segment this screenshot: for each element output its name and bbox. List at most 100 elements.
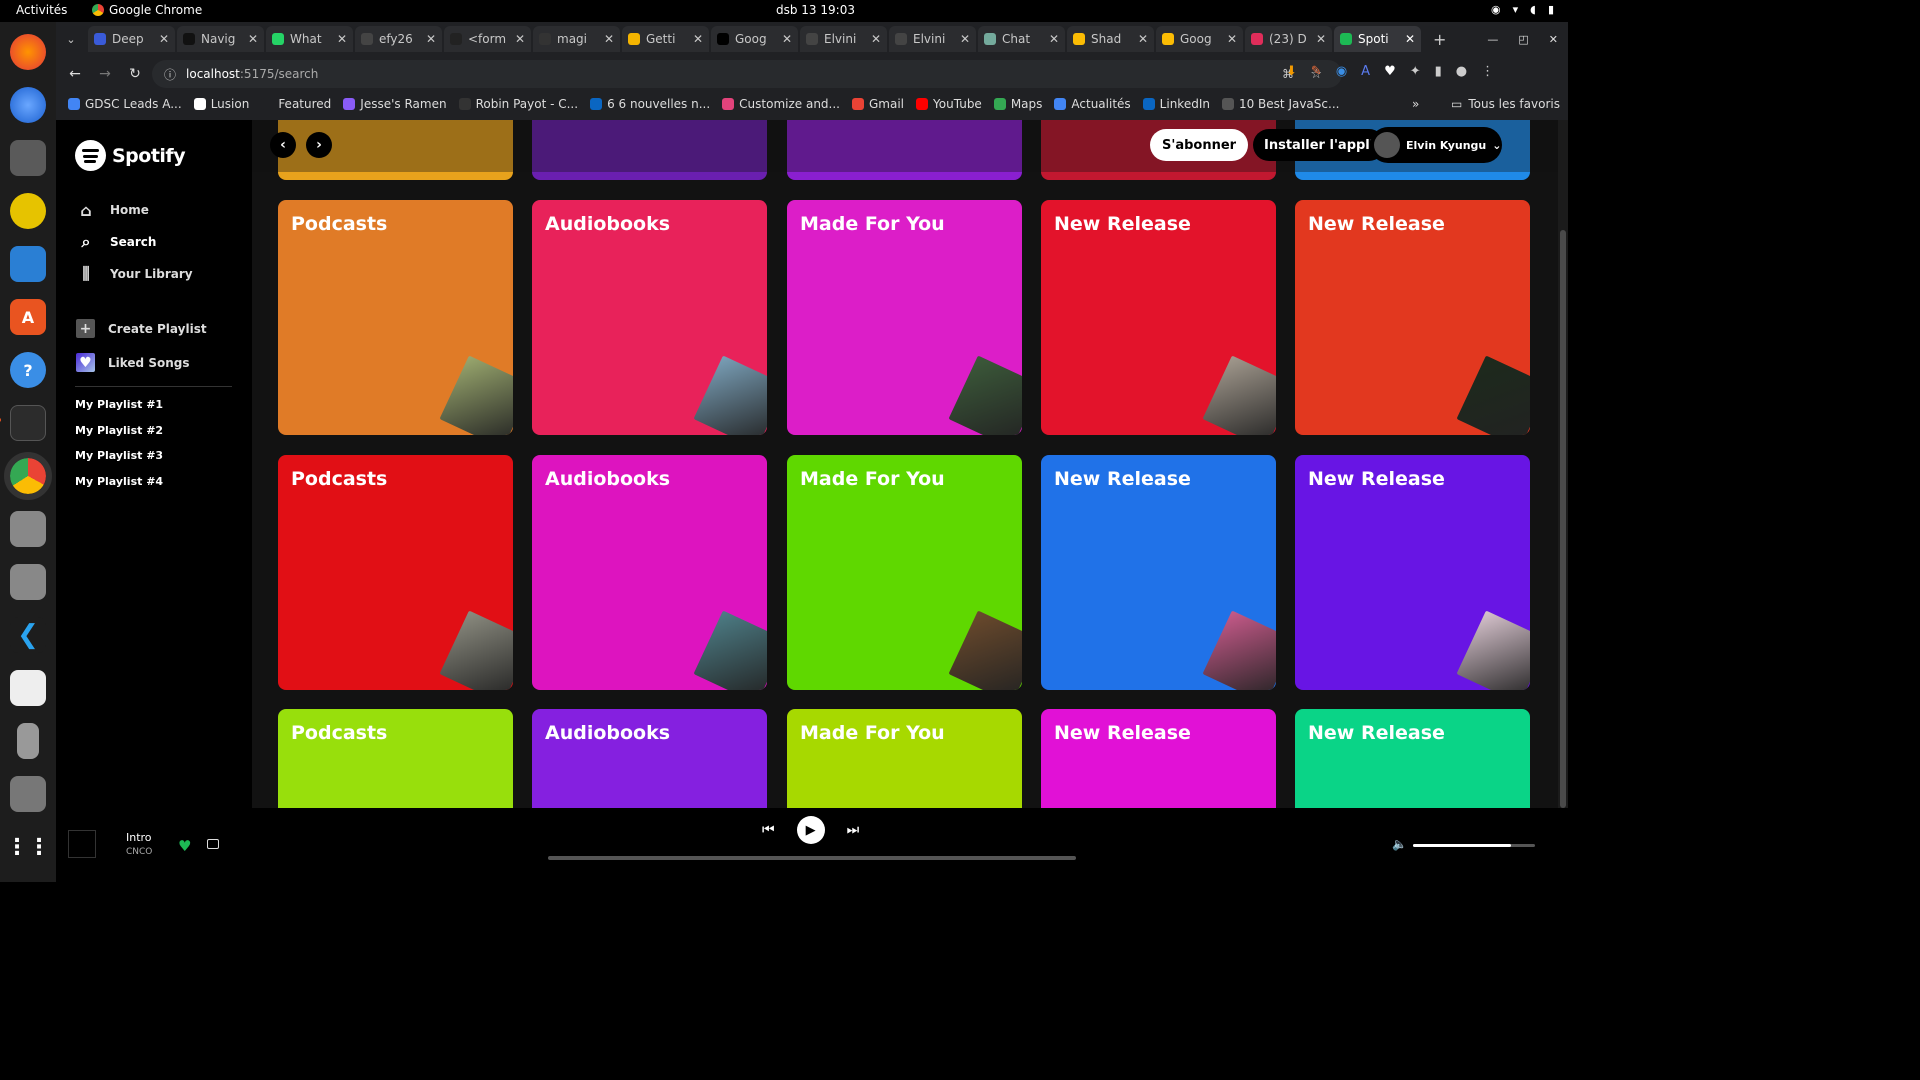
- chrome-menu-icon[interactable]: ⋮: [1481, 64, 1494, 79]
- active-app-indicator[interactable]: Google Chrome: [92, 3, 202, 17]
- tab-search-icon[interactable]: ⌄: [56, 33, 86, 46]
- category-card[interactable]: Audiobooks: [532, 200, 767, 435]
- previous-track-icon[interactable]: ⏮: [762, 822, 775, 838]
- profile-avatar-icon[interactable]: ●: [1456, 64, 1467, 79]
- tab[interactable]: Elvini ✕: [800, 26, 887, 52]
- playlist-item[interactable]: My Playlist #3: [75, 449, 163, 462]
- subscribe-button[interactable]: S'abonner: [1150, 129, 1249, 161]
- playlist-item[interactable]: My Playlist #2: [75, 424, 163, 437]
- device-icon[interactable]: [17, 723, 39, 759]
- thunderbird-icon[interactable]: [10, 87, 46, 123]
- bookmark-item[interactable]: 10 Best JavaSc...: [1221, 97, 1339, 111]
- writer-icon[interactable]: [10, 246, 46, 282]
- like-heart-icon[interactable]: ♥: [178, 837, 191, 855]
- bookmark-item[interactable]: Jesse's Ramen: [343, 97, 447, 111]
- all-bookmarks-folder[interactable]: ▭ Tous les favoris: [1451, 97, 1560, 111]
- progress-bar[interactable]: [548, 856, 1076, 860]
- create-playlist-button[interactable]: + Create Playlist: [76, 319, 207, 338]
- tab[interactable]: Deep ✕: [88, 26, 175, 52]
- category-card[interactable]: Audiobooks: [532, 455, 767, 690]
- next-track-icon[interactable]: ⏭: [847, 822, 860, 838]
- tab-close-icon[interactable]: ✕: [782, 32, 792, 46]
- tab[interactable]: Goog ✕: [1156, 26, 1243, 52]
- tab-close-icon[interactable]: ✕: [1316, 32, 1326, 46]
- bookmark-item[interactable]: Lusion: [193, 97, 249, 111]
- scrollbar-thumb[interactable]: [1560, 230, 1566, 808]
- tab-close-icon[interactable]: ✕: [1227, 32, 1237, 46]
- forward-icon[interactable]: →: [94, 66, 116, 82]
- reload-icon[interactable]: ↻: [124, 66, 146, 82]
- new-tab-icon[interactable]: +: [1433, 30, 1446, 49]
- system-tray[interactable]: ◉ ▾ ◖ ▮: [1491, 3, 1554, 16]
- extensions-puzzle-icon[interactable]: ✦: [1410, 64, 1421, 79]
- track-title[interactable]: Intro: [126, 831, 152, 844]
- bookmark-item[interactable]: Actualités: [1054, 97, 1131, 111]
- tab-close-icon[interactable]: ✕: [1049, 32, 1059, 46]
- back-icon[interactable]: ←: [64, 66, 86, 82]
- extension-pen-icon[interactable]: ✎: [1311, 64, 1322, 79]
- bookmark-item[interactable]: Gmail: [852, 97, 904, 111]
- address-bar[interactable]: ⓘ localhost:5175/search ⌘ ☆: [152, 60, 1342, 88]
- spotify-logo[interactable]: Spotify: [75, 140, 186, 171]
- files-icon[interactable]: [10, 140, 46, 176]
- scrollbar[interactable]: [1558, 120, 1568, 808]
- site-info-icon[interactable]: ⓘ: [164, 66, 176, 83]
- play-button[interactable]: ▶: [796, 816, 825, 844]
- back-arrow-icon[interactable]: ‹: [270, 132, 296, 158]
- album-cover[interactable]: [68, 830, 96, 858]
- tab-close-icon[interactable]: ✕: [960, 32, 970, 46]
- category-card[interactable]: Made For You: [787, 200, 1022, 435]
- bookmark-item[interactable]: 6 6 nouvelles n...: [590, 97, 710, 111]
- category-card[interactable]: Audiobooks: [532, 709, 767, 808]
- tab[interactable]: Elvini ✕: [889, 26, 976, 52]
- playlist-item[interactable]: My Playlist #4: [75, 475, 163, 488]
- tab[interactable]: Shad ✕: [1067, 26, 1154, 52]
- category-card[interactable]: Made For You: [787, 455, 1022, 690]
- volume-slider[interactable]: [1413, 844, 1535, 847]
- speaker-icon[interactable]: 🔈: [1392, 837, 1407, 851]
- clock[interactable]: dsb 13 19:03: [776, 3, 855, 17]
- maximize-icon[interactable]: ◰: [1518, 33, 1528, 46]
- tab[interactable]: Getti ✕: [622, 26, 709, 52]
- camera-icon[interactable]: [10, 670, 46, 706]
- help-icon[interactable]: ?: [10, 352, 46, 388]
- tab[interactable]: <form ✕: [444, 26, 531, 52]
- user-menu[interactable]: Elvin Kyungu ⌄: [1370, 127, 1502, 163]
- extension-heart-icon[interactable]: ♥: [1384, 64, 1396, 79]
- tab[interactable]: magi ✕: [533, 26, 620, 52]
- firefox-icon[interactable]: [10, 34, 46, 70]
- side-panel-icon[interactable]: ▮: [1435, 64, 1442, 79]
- category-card[interactable]: Made For You: [787, 709, 1022, 808]
- trash-icon[interactable]: [10, 776, 46, 812]
- tab[interactable]: efy26 ✕: [355, 26, 442, 52]
- nav-home[interactable]: ⌂ Home: [76, 200, 149, 220]
- install-app-button[interactable]: Installer l'appli: [1253, 129, 1386, 161]
- bookmark-item[interactable]: Customize and...: [722, 97, 840, 111]
- tab-close-icon[interactable]: ✕: [1138, 32, 1148, 46]
- app-grid-icon[interactable]: ⋮⋮: [6, 829, 50, 865]
- tab-close-icon[interactable]: ✕: [515, 32, 525, 46]
- nav-search[interactable]: ⌕ Search: [76, 232, 157, 252]
- category-card[interactable]: New Release: [1041, 709, 1276, 808]
- category-card[interactable]: Podcasts: [278, 200, 513, 435]
- category-card[interactable]: New Release: [1295, 200, 1530, 435]
- rhythmbox-icon[interactable]: [10, 193, 46, 229]
- chrome-dock-icon[interactable]: [4, 452, 52, 500]
- nav-library[interactable]: ⫼ Your Library: [76, 264, 192, 284]
- forward-arrow-icon[interactable]: ›: [306, 132, 332, 158]
- tab[interactable]: (23) D ✕: [1245, 26, 1332, 52]
- track-artist[interactable]: CNCO: [126, 847, 152, 857]
- tab[interactable]: Navig ✕: [177, 26, 264, 52]
- tab-close-icon[interactable]: ✕: [337, 32, 347, 46]
- category-card[interactable]: Podcasts: [278, 709, 513, 808]
- bookmark-item[interactable]: Featured: [261, 97, 331, 111]
- tab[interactable]: Spoti ✕: [1334, 26, 1421, 52]
- close-window-icon[interactable]: ✕: [1549, 33, 1558, 46]
- tab-close-icon[interactable]: ✕: [871, 32, 881, 46]
- extension-download-icon[interactable]: ⬇: [1286, 64, 1297, 79]
- terminal-icon[interactable]: [0, 405, 46, 441]
- tab-close-icon[interactable]: ✕: [248, 32, 258, 46]
- bookmark-item[interactable]: Maps: [993, 97, 1042, 111]
- tab-close-icon[interactable]: ✕: [604, 32, 614, 46]
- bookmark-item[interactable]: LinkedIn: [1142, 97, 1210, 111]
